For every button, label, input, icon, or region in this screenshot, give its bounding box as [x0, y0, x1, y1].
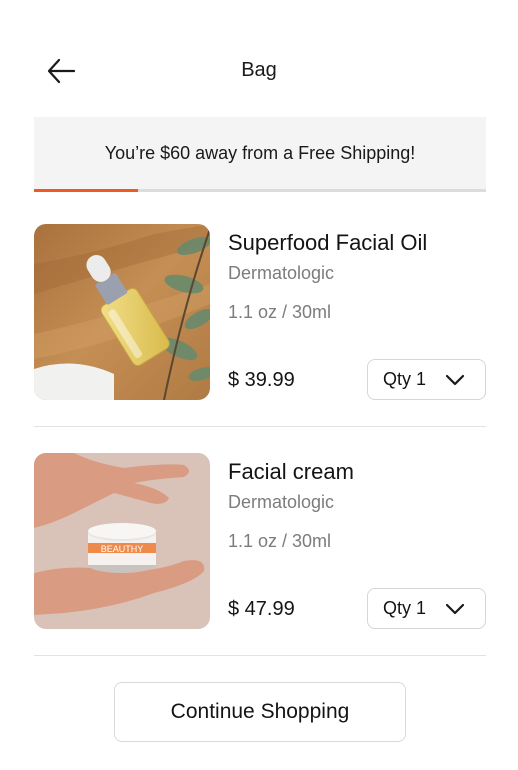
cart-item: BEAUTHY Facial cream Dermatologic 1.1 oz… — [34, 453, 486, 630]
item-name[interactable]: Superfood Facial Oil — [228, 230, 427, 256]
quantity-select[interactable]: Qty 1 — [367, 588, 486, 629]
item-divider — [34, 426, 486, 427]
item-price: $ 39.99 — [228, 369, 295, 391]
chevron-down-icon — [445, 603, 465, 615]
item-divider — [34, 655, 486, 656]
free-shipping-banner: You’re $60 away from a Free Shipping! — [34, 117, 486, 192]
quantity-value: Qty 1 — [383, 598, 427, 618]
item-size: 1.1 oz / 30ml — [228, 531, 332, 551]
product-image-facial-oil[interactable] — [34, 224, 210, 400]
continue-shopping-button[interactable]: Continue Shopping — [114, 682, 406, 742]
product-image-facial-cream[interactable]: BEAUTHY — [34, 453, 210, 629]
quantity-select[interactable]: Qty 1 — [367, 359, 486, 400]
free-shipping-message: You’re $60 away from a Free Shipping! — [104, 143, 416, 163]
item-price: $ 47.99 — [228, 598, 295, 620]
shipping-progress-fill — [34, 189, 138, 192]
item-brand: Dermatologic — [228, 263, 335, 283]
item-name[interactable]: Facial cream — [228, 459, 354, 485]
quantity-value: Qty 1 — [383, 369, 427, 389]
continue-shopping-label: Continue Shopping — [170, 700, 350, 723]
chevron-down-icon — [445, 374, 465, 386]
shipping-progress-track — [34, 189, 486, 192]
jar-label: BEAUTHY — [101, 544, 144, 554]
item-brand: Dermatologic — [228, 492, 335, 512]
cart-item: Superfood Facial Oil Dermatologic 1.1 oz… — [34, 224, 486, 401]
item-size: 1.1 oz / 30ml — [228, 302, 332, 322]
bag-screen: Bag You’re $60 away from a Free Shipping… — [0, 0, 518, 770]
page-title: Bag — [241, 59, 277, 81]
